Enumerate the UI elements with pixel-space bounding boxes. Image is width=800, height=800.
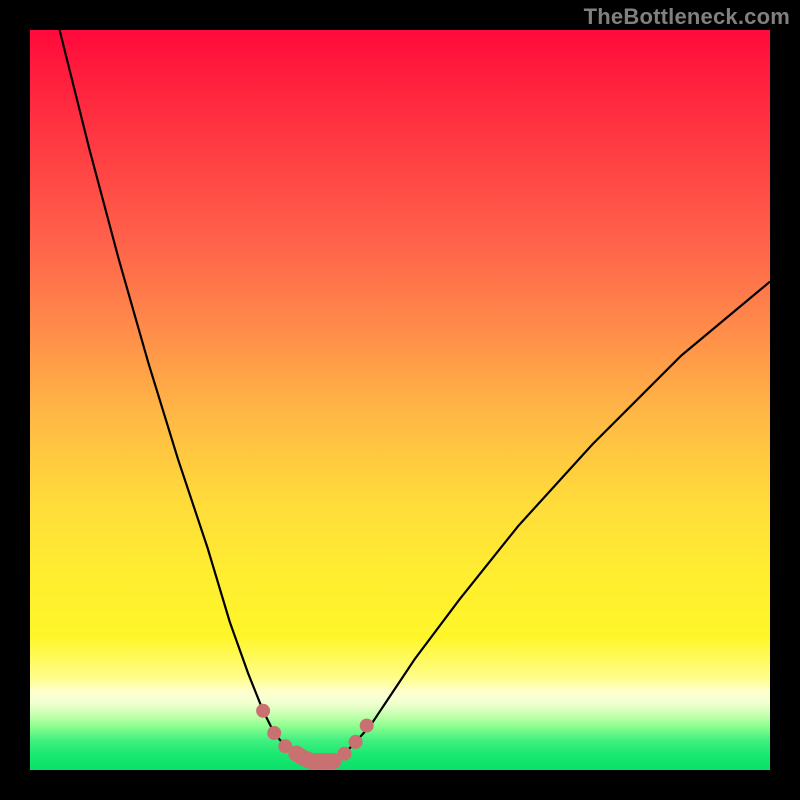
plot-area — [30, 30, 770, 770]
watermark-text: TheBottleneck.com — [584, 4, 790, 30]
dotted-salmon — [256, 704, 374, 769]
right-curve — [333, 282, 770, 761]
curve-layer — [30, 30, 770, 770]
left-curve — [60, 30, 312, 761]
chart-frame: TheBottleneck.com — [0, 0, 800, 800]
